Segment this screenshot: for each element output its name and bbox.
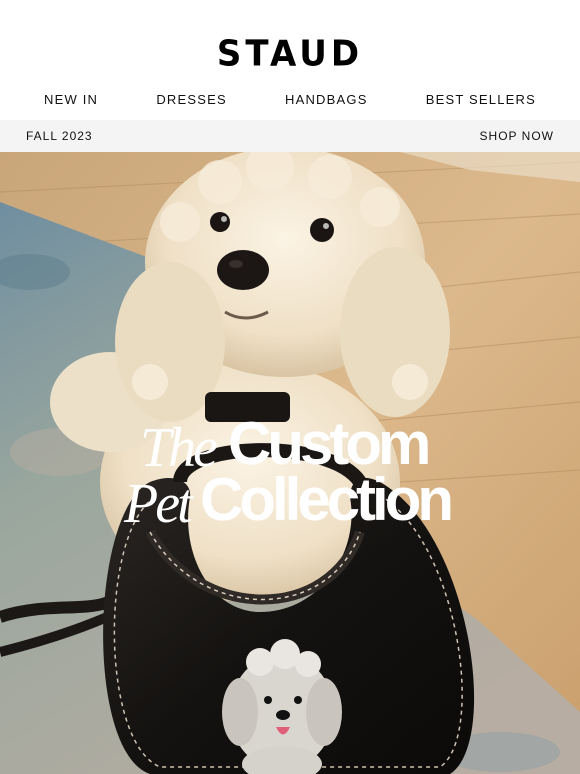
nav-item-dresses[interactable]: DRESSES: [156, 92, 227, 107]
email-page: STAUD NEW IN DRESSES HANDBAGS BEST SELLE…: [0, 0, 580, 774]
nav-item-handbags[interactable]: HANDBAGS: [285, 92, 368, 107]
shop-now-link[interactable]: SHOP NOW: [480, 129, 554, 143]
season-label: FALL 2023: [26, 129, 93, 143]
brand-header: STAUD: [0, 0, 580, 80]
hero-banner[interactable]: The Custom Pet Collection: [0, 152, 580, 774]
main-nav: NEW IN DRESSES HANDBAGS BEST SELLERS: [0, 80, 580, 118]
nav-item-new-in[interactable]: NEW IN: [44, 92, 98, 107]
nav-item-best-sellers[interactable]: BEST SELLERS: [426, 92, 536, 107]
dog-with-bag-image: [0, 152, 580, 774]
promo-strip: FALL 2023 SHOP NOW: [0, 120, 580, 152]
staud-logo[interactable]: STAUD: [217, 33, 363, 75]
